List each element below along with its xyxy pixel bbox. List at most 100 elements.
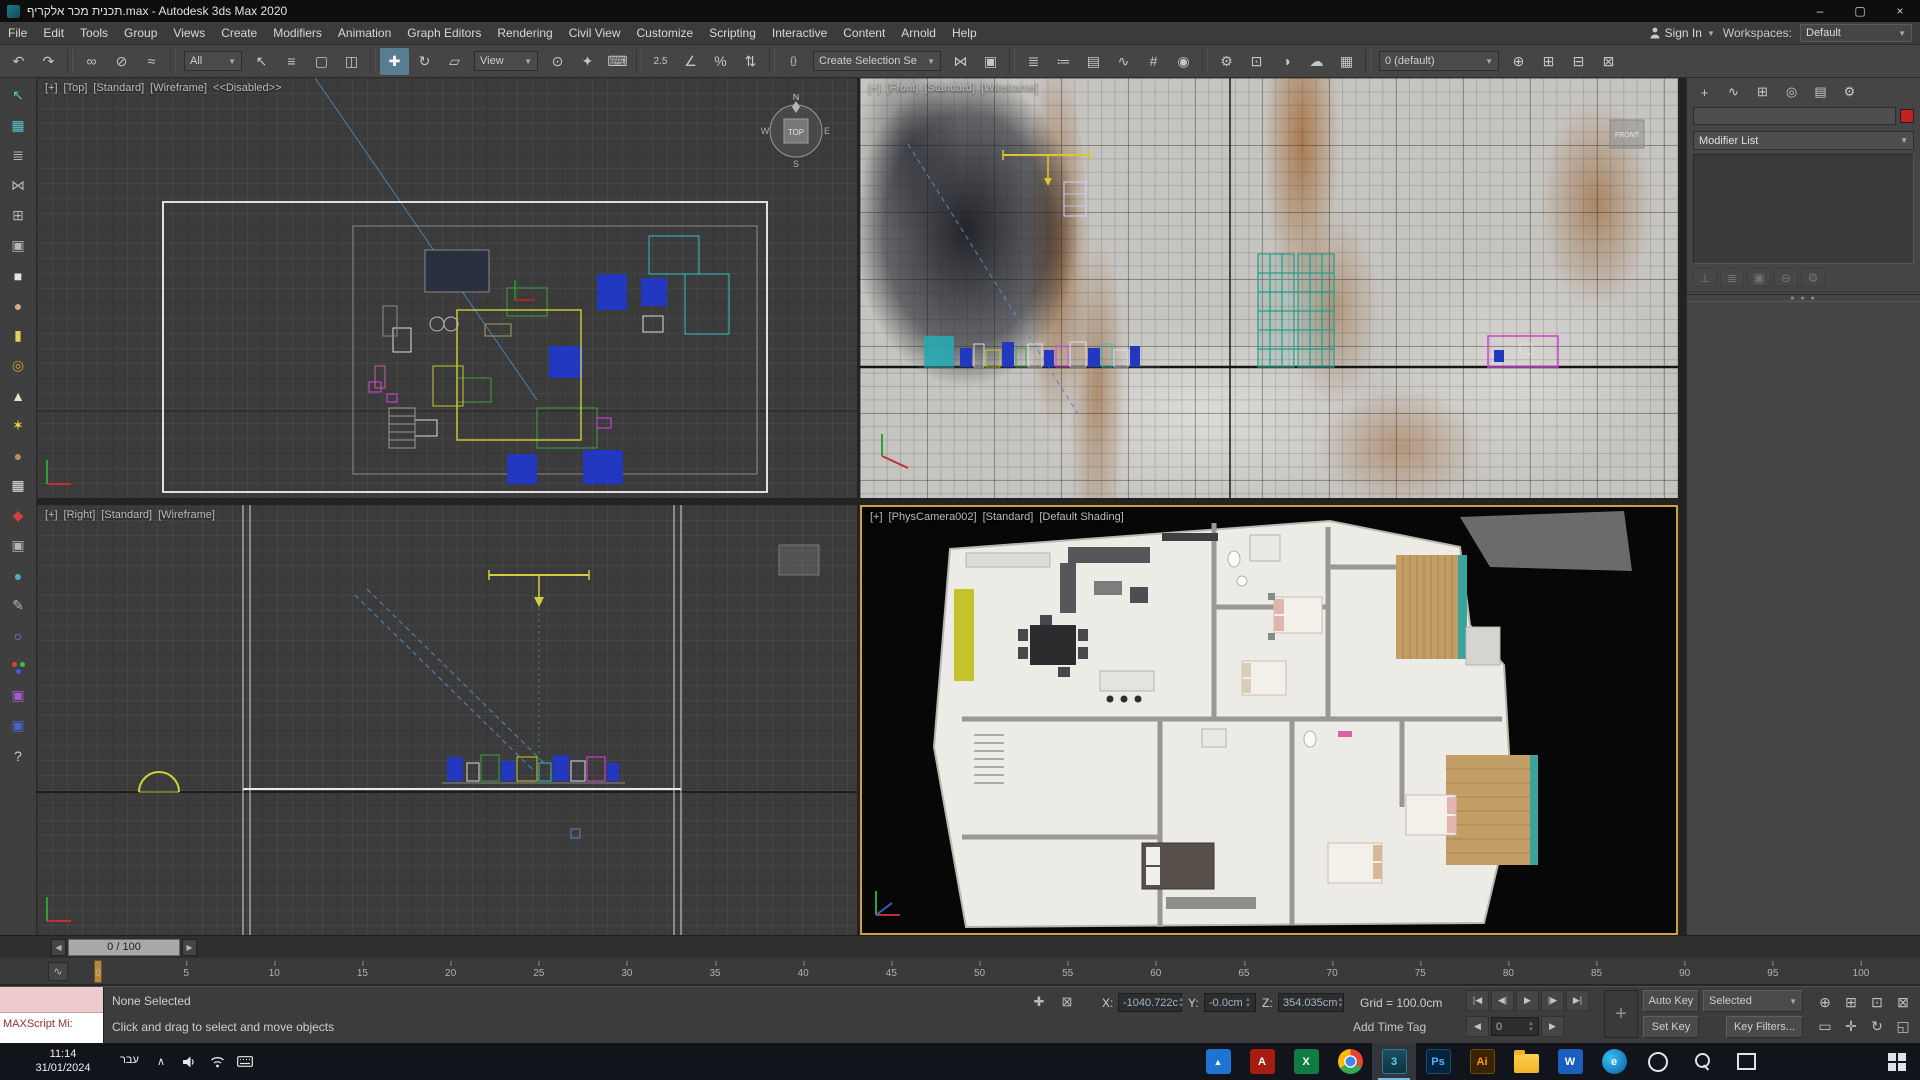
angle-snap-toggle[interactable]: ∠ xyxy=(676,48,705,75)
toggle-ribbon-button[interactable]: ▤ xyxy=(1079,48,1108,75)
viewport-menu-shading[interactable]: [Wireframe] xyxy=(150,82,207,94)
schematic-view-button[interactable]: # xyxy=(1139,48,1168,75)
viewcube-ghost[interactable]: FRONT xyxy=(1610,120,1644,148)
pan-view-button[interactable]: ✛ xyxy=(1838,1014,1864,1038)
next-frame-button[interactable]: |▶ xyxy=(1541,990,1564,1011)
redo-button[interactable]: ↷ xyxy=(34,48,63,75)
torus-primitive-tool[interactable]: ◎ xyxy=(4,352,32,379)
layers-tool[interactable]: ≣ xyxy=(4,142,32,169)
go-to-start-button[interactable]: |◀ xyxy=(1466,990,1489,1011)
hidden-icons-chevron[interactable]: ∧ xyxy=(152,1053,170,1071)
make-unique-button[interactable]: ▣ xyxy=(1747,268,1771,287)
bind-to-space-warp-button[interactable]: ≈ xyxy=(137,48,166,75)
cylinder-primitive-tool[interactable]: ▮ xyxy=(4,322,32,349)
viewport-menu-shading[interactable]: [Wireframe] xyxy=(981,82,1038,94)
previous-frame-arrow[interactable]: ◀ xyxy=(1466,1016,1489,1037)
select-objects-in-layer-button[interactable]: ⊟ xyxy=(1564,48,1593,75)
render-history-button[interactable]: ▦ xyxy=(1332,48,1361,75)
help-tool[interactable]: ? xyxy=(4,742,32,769)
viewcube-compass[interactable]: TOP N E S W xyxy=(759,94,833,168)
script-editor-tool[interactable]: ▣ xyxy=(4,712,32,739)
menu-create[interactable]: Create xyxy=(213,22,265,44)
viewport-canvas-right[interactable] xyxy=(37,505,857,935)
key-filters-button[interactable]: Key Filters... xyxy=(1726,1016,1803,1038)
material-editor-button[interactable]: ◉ xyxy=(1169,48,1198,75)
minimize-button[interactable]: – xyxy=(1800,0,1840,22)
curve-editor-button[interactable]: ∿ xyxy=(1109,48,1138,75)
tab-create[interactable]: + xyxy=(1691,81,1718,103)
panel-splitter[interactable]: ● ● ● xyxy=(1687,294,1920,302)
taskbar-photoshop-button[interactable]: Ps xyxy=(1416,1043,1460,1080)
maxscript-macro-pane[interactable] xyxy=(0,987,103,1013)
time-ruler[interactable]: ∿ 05101520253035404550556065707580859095… xyxy=(0,958,1920,986)
select-and-move-button[interactable]: ✚ xyxy=(380,48,409,75)
modifier-list-dropdown[interactable]: Modifier List ▼ xyxy=(1693,131,1914,150)
taskbar-search-button[interactable] xyxy=(1680,1043,1724,1080)
zoom-button[interactable]: ⊕ xyxy=(1812,990,1838,1014)
object-name-field[interactable] xyxy=(1693,107,1896,125)
show-end-result-toggle[interactable]: ≣ xyxy=(1720,268,1744,287)
maxscript-mini-listener[interactable]: MAXScript Mi: xyxy=(0,987,104,1044)
mirror-tool[interactable]: ⋈ xyxy=(4,172,32,199)
menu-file[interactable]: File xyxy=(0,22,35,44)
viewport-menu-general[interactable]: [+] xyxy=(870,511,883,523)
box-primitive-tool[interactable]: ■ xyxy=(4,262,32,289)
viewport-top[interactable]: TOP N E S W [+] [Top] [Standard] [Wirefr… xyxy=(37,78,857,498)
selection-filter-dropdown[interactable]: All▼ xyxy=(184,51,242,71)
next-frame-arrow[interactable]: ▶ xyxy=(1541,1016,1564,1037)
viewport-menu-pov[interactable]: [Right] xyxy=(64,509,96,521)
select-object-button[interactable]: ↖ xyxy=(247,48,276,75)
time-slider-thumb[interactable]: 0 / 100 xyxy=(68,939,180,956)
checker-pattern-tool[interactable]: ▦ xyxy=(4,472,32,499)
viewport-front[interactable]: FRONT [+] [Front] [Standard] [Wireframe] xyxy=(860,78,1678,498)
x-coordinate-field[interactable]: -1040.722c▲▼ xyxy=(1118,993,1182,1012)
tab-modify[interactable]: ∿ xyxy=(1720,81,1747,103)
taskbar-edge-button[interactable]: e xyxy=(1592,1043,1636,1080)
taskbar-photos-button[interactable]: ▲ xyxy=(1196,1043,1240,1080)
modifier-stack[interactable] xyxy=(1693,154,1914,264)
zoom-region-button[interactable]: ▭ xyxy=(1812,1014,1838,1038)
material-sample-tool[interactable]: ◆ xyxy=(4,502,32,529)
viewport-menu-general[interactable]: [+] xyxy=(868,82,881,94)
light-create-tool[interactable]: ✶ xyxy=(4,412,32,439)
spinner-snap-toggle[interactable]: ⇅ xyxy=(736,48,765,75)
viewport-menu-general[interactable]: [+] xyxy=(45,509,58,521)
network-icon[interactable] xyxy=(208,1053,226,1071)
menu-scripting[interactable]: Scripting xyxy=(701,22,764,44)
object-color-swatch[interactable] xyxy=(1900,109,1914,123)
start-button[interactable] xyxy=(1874,1043,1920,1080)
volume-icon[interactable] xyxy=(180,1053,198,1071)
previous-frame-button[interactable]: ◀| xyxy=(1491,990,1514,1011)
named-selection-sets-dropdown[interactable]: Create Selection Se▼ xyxy=(813,51,941,71)
language-indicator[interactable]: עבר xyxy=(120,1054,139,1066)
zoom-extents-all-button[interactable]: ⊠ xyxy=(1890,990,1916,1014)
taskbar-taskview-button[interactable] xyxy=(1724,1043,1768,1080)
freehand-tool[interactable]: ✎ xyxy=(4,592,32,619)
menu-help[interactable]: Help xyxy=(944,22,985,44)
viewport-canvas-camera[interactable] xyxy=(862,507,1676,933)
percent-snap-toggle[interactable]: % xyxy=(706,48,735,75)
menu-group[interactable]: Group xyxy=(116,22,165,44)
touch-keyboard-icon[interactable] xyxy=(236,1053,254,1071)
menu-animation[interactable]: Animation xyxy=(330,22,399,44)
viewport-menu-pov[interactable]: [PhysCamera002] xyxy=(889,511,977,523)
select-and-scale-button[interactable]: ▱ xyxy=(440,48,469,75)
taskbar-acrobat-button[interactable]: A xyxy=(1240,1043,1284,1080)
remove-modifier-button[interactable]: ⊖ xyxy=(1774,268,1798,287)
play-animation-button[interactable]: ▶ xyxy=(1516,990,1539,1011)
taskbar-word-button[interactable]: W xyxy=(1548,1043,1592,1080)
z-coordinate-field[interactable]: 354.035cm▲▼ xyxy=(1278,993,1344,1012)
menu-rendering[interactable]: Rendering xyxy=(489,22,560,44)
tab-utilities[interactable]: ⚙ xyxy=(1836,81,1863,103)
tab-motion[interactable]: ◎ xyxy=(1778,81,1805,103)
camera-create-tool[interactable]: ▣ xyxy=(4,532,32,559)
menu-interactive[interactable]: Interactive xyxy=(764,22,835,44)
viewport-canvas-front[interactable]: FRONT xyxy=(860,78,1678,498)
current-frame-field[interactable]: 0▲▼ xyxy=(1491,1017,1539,1036)
viewport-menu-renderer[interactable]: [Standard] xyxy=(983,511,1034,523)
uvw-editor-tool[interactable]: ▣ xyxy=(4,682,32,709)
align-tool[interactable]: ▣ xyxy=(4,232,32,259)
tab-display[interactable]: ▤ xyxy=(1807,81,1834,103)
select-by-name-button[interactable]: ≡ xyxy=(277,48,306,75)
tab-hierarchy[interactable]: ⊞ xyxy=(1749,81,1776,103)
